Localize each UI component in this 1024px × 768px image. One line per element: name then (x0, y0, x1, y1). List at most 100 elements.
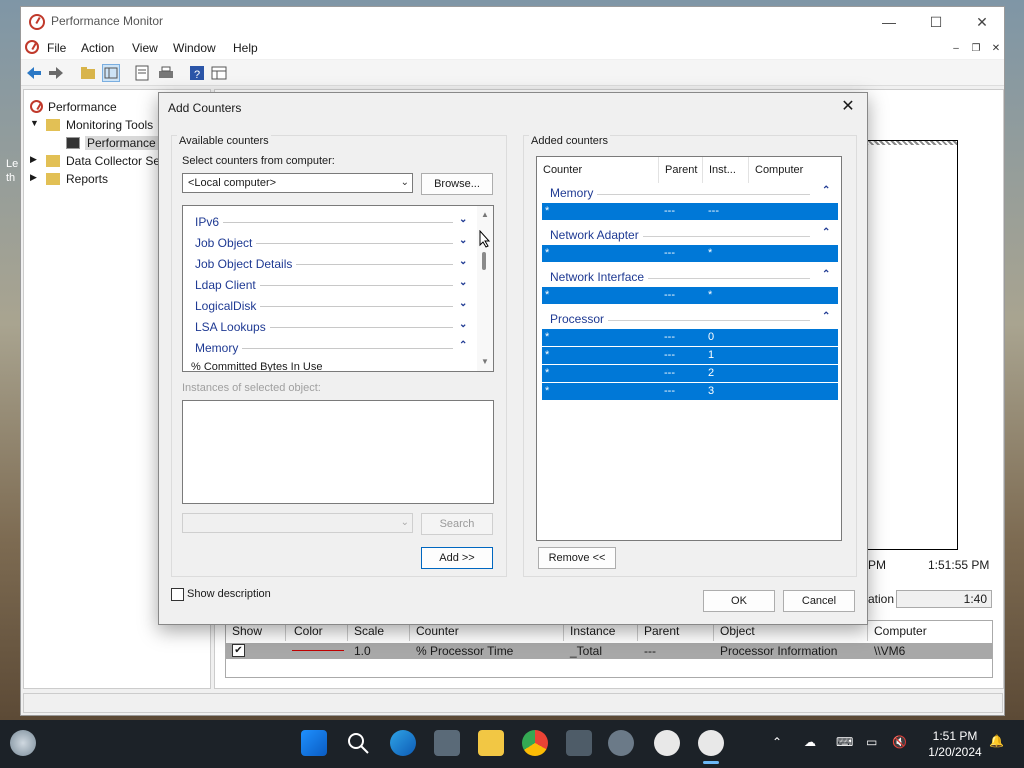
expand-chevron-icon[interactable]: ▶ (30, 154, 37, 165)
perfmon-active-taskbar-icon[interactable] (698, 730, 724, 756)
clock-time[interactable]: 1:51 PM (924, 729, 986, 743)
search-button[interactable]: Search (421, 513, 493, 535)
instance-search-combo[interactable]: ⌄ (182, 513, 413, 533)
added-counters-list[interactable]: Counter Parent Inst... Computer Memory ⌃ *… (536, 156, 842, 541)
chevron-down-icon[interactable]: ⌄ (459, 256, 467, 267)
mdi-restore-button[interactable]: ❐ (968, 42, 984, 56)
menu-action[interactable]: Action (81, 41, 114, 55)
ok-button[interactable]: OK (703, 590, 775, 612)
added-group-header[interactable]: Network Interface ⌃ (542, 267, 838, 287)
added-counter-row[interactable]: * --- * (542, 245, 838, 262)
search-icon[interactable] (345, 730, 371, 756)
added-counter-row[interactable]: * --- 0 (542, 329, 838, 346)
menu-help[interactable]: Help (233, 41, 258, 55)
menu-window[interactable]: Window (173, 41, 216, 55)
show-description-label[interactable]: Show description (187, 588, 271, 600)
added-col-computer[interactable]: Computer (749, 157, 841, 183)
scroll-up-icon[interactable]: ▲ (479, 210, 491, 219)
list-item-committed-bytes[interactable]: % Committed Bytes In Use (191, 361, 322, 371)
close-button[interactable]: ✕ (959, 10, 1005, 34)
tree-item-data-collector-sets[interactable]: Data Collector Set (66, 154, 163, 168)
chevron-up-icon[interactable]: ⌃ (822, 227, 830, 238)
view-pane-icon[interactable] (210, 64, 228, 82)
file-explorer-icon[interactable] (478, 730, 504, 756)
chevron-up-icon[interactable]: ⌃ (459, 340, 467, 351)
tree-item-reports[interactable]: Reports (66, 172, 108, 186)
volume-icon[interactable]: 🔇 (892, 735, 907, 749)
chrome-browser-icon[interactable] (522, 730, 548, 756)
list-item[interactable]: Job Object ⌄ (195, 233, 470, 254)
added-counter-row[interactable]: * --- --- (542, 203, 838, 220)
added-counter-row[interactable]: * --- 1 (542, 347, 838, 364)
instances-list[interactable] (182, 400, 494, 504)
cancel-button[interactable]: Cancel (783, 590, 855, 612)
chevron-up-icon[interactable]: ⌃ (822, 311, 830, 322)
list-item[interactable]: IPv6 ⌄ (195, 212, 470, 233)
expand-chevron-icon[interactable]: ▶ (30, 172, 37, 183)
title-bar[interactable]: Performance Monitor — ☐ ✕ (21, 7, 1004, 37)
scrollbar-thumb[interactable] (482, 252, 486, 270)
chevron-down-icon[interactable]: ⌄ (459, 319, 467, 330)
help-icon[interactable]: ? (188, 64, 206, 82)
start-windows-icon[interactable] (301, 730, 327, 756)
up-folder-icon[interactable] (79, 64, 97, 82)
added-counter-row[interactable]: * --- 2 (542, 365, 838, 382)
chevron-up-icon[interactable]: ⌃ (822, 185, 830, 196)
chevron-down-icon[interactable]: ⌄ (459, 214, 467, 225)
show-hidden-icons-icon[interactable]: ⌃ (772, 735, 782, 749)
forward-arrow-icon[interactable] (47, 64, 65, 82)
browse-button[interactable]: Browse... (421, 173, 493, 195)
chevron-up-icon[interactable]: ⌃ (822, 269, 830, 280)
added-group-header[interactable]: Memory ⌃ (542, 183, 838, 203)
network-icon[interactable]: ▭ (866, 735, 877, 749)
edge-browser-icon[interactable] (390, 730, 416, 756)
tree-item-performance[interactable]: Performance (48, 100, 117, 114)
dialog-close-button[interactable]: ✕ (835, 96, 861, 118)
chevron-down-icon[interactable]: ⌄ (459, 298, 467, 309)
list-item[interactable]: Job Object Details ⌄ (195, 254, 470, 275)
perfmon-taskbar-icon[interactable] (654, 730, 680, 756)
list-item[interactable]: LSA Lookups ⌄ (195, 317, 470, 338)
added-col-instance[interactable]: Inst... (703, 157, 749, 183)
tree-item-monitoring-tools[interactable]: Monitoring Tools (66, 118, 153, 132)
menu-file[interactable]: File (47, 41, 66, 55)
collapse-chevron-icon[interactable]: ▼ (30, 118, 39, 128)
chevron-down-icon[interactable]: ⌄ (459, 277, 467, 288)
settings-gear-icon[interactable] (608, 730, 634, 756)
added-counter-row[interactable]: * --- * (542, 287, 838, 304)
show-description-checkbox[interactable] (171, 588, 184, 601)
show-checkbox[interactable]: ✔ (232, 644, 245, 657)
add-button[interactable]: Add >> (421, 547, 493, 569)
menu-view[interactable]: View (132, 41, 158, 55)
col-computer[interactable]: Computer (868, 621, 992, 641)
clock-date[interactable]: 1/20/2024 (920, 745, 990, 759)
properties-icon[interactable] (133, 64, 151, 82)
added-counter-row[interactable]: * --- 3 (542, 383, 838, 400)
back-arrow-icon[interactable] (25, 64, 43, 82)
list-item[interactable]: Memory ⌃ (195, 338, 470, 359)
weather-widget-icon[interactable] (10, 730, 36, 756)
scroll-down-icon[interactable]: ▼ (479, 357, 491, 366)
print-icon[interactable] (157, 64, 175, 82)
mdi-minimize-button[interactable]: – (948, 42, 964, 56)
notification-bell-icon[interactable]: 🔔 (989, 734, 1004, 748)
list-item[interactable]: LogicalDisk ⌄ (195, 296, 470, 317)
added-group-header[interactable]: Processor ⌃ (542, 309, 838, 329)
chevron-down-icon[interactable]: ⌄ (459, 235, 467, 246)
list-item[interactable]: Ldap Client ⌄ (195, 275, 470, 296)
mdi-close-button[interactable]: ✕ (988, 42, 1004, 56)
onedrive-icon[interactable]: ☁ (804, 735, 816, 749)
computer-select[interactable]: <Local computer> ⌄ (182, 173, 413, 193)
mdi-system-icon[interactable] (25, 40, 39, 54)
minimize-button[interactable]: — (866, 10, 912, 34)
notepad-icon[interactable] (566, 730, 592, 756)
keyboard-icon[interactable]: ⌨ (836, 735, 853, 749)
remove-button[interactable]: Remove << (538, 547, 616, 569)
added-col-counter[interactable]: Counter (537, 157, 659, 183)
added-group-header[interactable]: Network Adapter ⌃ (542, 225, 838, 245)
task-view-icon[interactable] (434, 730, 460, 756)
show-hide-console-tree-icon[interactable] (102, 64, 120, 82)
performance-object-list[interactable]: IPv6 ⌄ Job Object ⌄ Job Object Details ⌄ Ldap … (182, 205, 494, 372)
added-col-parent[interactable]: Parent (659, 157, 703, 183)
maximize-button[interactable]: ☐ (913, 10, 959, 34)
